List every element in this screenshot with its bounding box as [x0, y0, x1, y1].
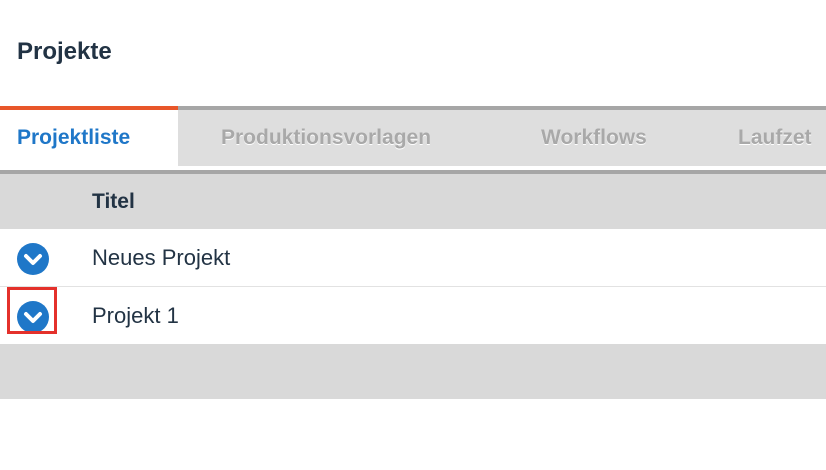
table-footer [0, 344, 826, 399]
table-row[interactable]: Neues Projekt [0, 229, 826, 287]
table-row[interactable]: Projekt 1 [0, 287, 826, 344]
projects-page: Projekte Projektliste Produktionsvorlage… [0, 0, 826, 470]
tab-workflows[interactable]: Workflows [541, 110, 647, 166]
page-title: Projekte [17, 38, 112, 65]
tab-bar: Projektliste Produktionsvorlagen Workflo… [0, 110, 826, 166]
row-title: Projekt 1 [92, 303, 179, 328]
row-title: Neues Projekt [92, 245, 231, 270]
tab-produktionsvorlagen[interactable]: Produktionsvorlagen [221, 110, 431, 166]
highlight-box [7, 287, 57, 334]
tab-projektliste[interactable]: Projektliste [0, 110, 178, 166]
column-header-title[interactable]: Titel [92, 174, 135, 229]
tab-laufzettel[interactable]: Laufzet [738, 110, 812, 166]
chevron-down-circle-icon[interactable] [17, 243, 49, 275]
table-header: Titel [0, 174, 826, 229]
